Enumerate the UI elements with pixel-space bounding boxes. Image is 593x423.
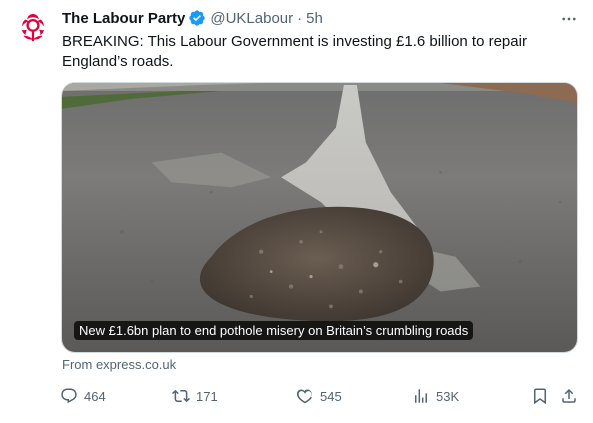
reply-count: 464 xyxy=(84,388,106,404)
avatar[interactable] xyxy=(13,8,53,48)
card-caption: New £1.6bn plan to end pothole misery on… xyxy=(74,321,474,340)
like-count: 545 xyxy=(320,388,342,404)
pothole-road-image xyxy=(62,83,577,352)
header-separator: · xyxy=(297,9,303,27)
link-card[interactable]: New £1.6bn plan to end pothole misery on… xyxy=(61,82,578,353)
more-options-button[interactable] xyxy=(559,9,579,29)
bookmark-button[interactable] xyxy=(531,385,549,407)
card-source[interactable]: From express.co.uk xyxy=(62,357,176,372)
tweet-text: BREAKING: This Labour Government is inve… xyxy=(62,33,527,70)
action-bar: 464 171 545 53K xyxy=(56,385,583,407)
views-chart-icon xyxy=(415,389,427,403)
bookmark-icon xyxy=(534,388,546,405)
reply-button[interactable]: 464 xyxy=(60,385,106,407)
repost-count: 171 xyxy=(196,388,218,404)
tweet-timestamp[interactable]: 5h xyxy=(306,10,323,27)
like-button[interactable]: 545 xyxy=(296,385,342,407)
verified-badge-icon[interactable] xyxy=(188,9,206,27)
reply-icon xyxy=(61,388,77,404)
repost-icon xyxy=(172,389,190,403)
views-button[interactable]: 53K xyxy=(412,385,459,407)
tweet-header: The Labour Party @UKLabour · 5h xyxy=(62,8,323,28)
share-button[interactable] xyxy=(560,385,578,407)
repost-button[interactable]: 171 xyxy=(172,385,218,407)
views-count: 53K xyxy=(436,388,460,404)
heart-icon xyxy=(296,389,313,404)
author-name[interactable]: The Labour Party xyxy=(62,10,185,27)
author-handle[interactable]: @UKLabour xyxy=(210,10,293,27)
more-options-icon xyxy=(562,17,576,21)
share-icon xyxy=(562,388,576,403)
labour-rose-logo-icon xyxy=(13,8,53,48)
